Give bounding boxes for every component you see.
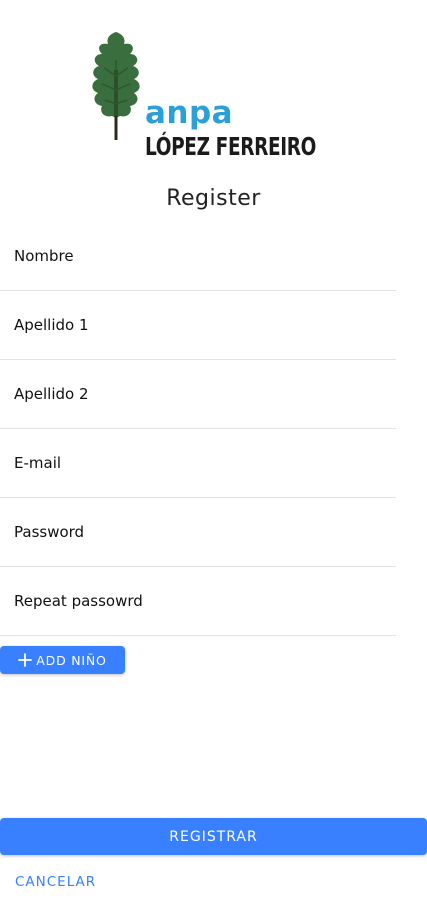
apellido2-field-row	[0, 360, 396, 429]
logo: anpa LÓPEZ FERREIRO	[86, 30, 346, 159]
cancel-button[interactable]: CANCELAR	[15, 874, 96, 890]
email-field-row	[0, 429, 396, 498]
apellido1-field-row	[0, 291, 396, 360]
oak-leaf-icon	[92, 32, 140, 140]
nombre-field-row	[0, 222, 396, 291]
apellido1-input[interactable]	[0, 291, 396, 359]
register-form	[0, 222, 396, 636]
page-title: Register	[166, 186, 261, 211]
email-input[interactable]	[0, 429, 396, 497]
nombre-input[interactable]	[0, 222, 396, 290]
register-button[interactable]: REGISTRAR	[0, 818, 427, 855]
apellido2-input[interactable]	[0, 360, 396, 428]
password-input[interactable]	[0, 498, 396, 566]
password-field-row	[0, 498, 396, 567]
logo-name-text: LÓPEZ FERREIRO	[145, 132, 316, 161]
plus-icon	[18, 653, 33, 667]
add-nino-label: ADD NIÑO	[36, 652, 107, 668]
repeat-password-input[interactable]	[0, 567, 396, 635]
repeat-password-field-row	[0, 567, 396, 636]
add-nino-button[interactable]: ADD NIÑO	[0, 646, 125, 674]
logo-anpa-text: anpa	[145, 95, 234, 131]
